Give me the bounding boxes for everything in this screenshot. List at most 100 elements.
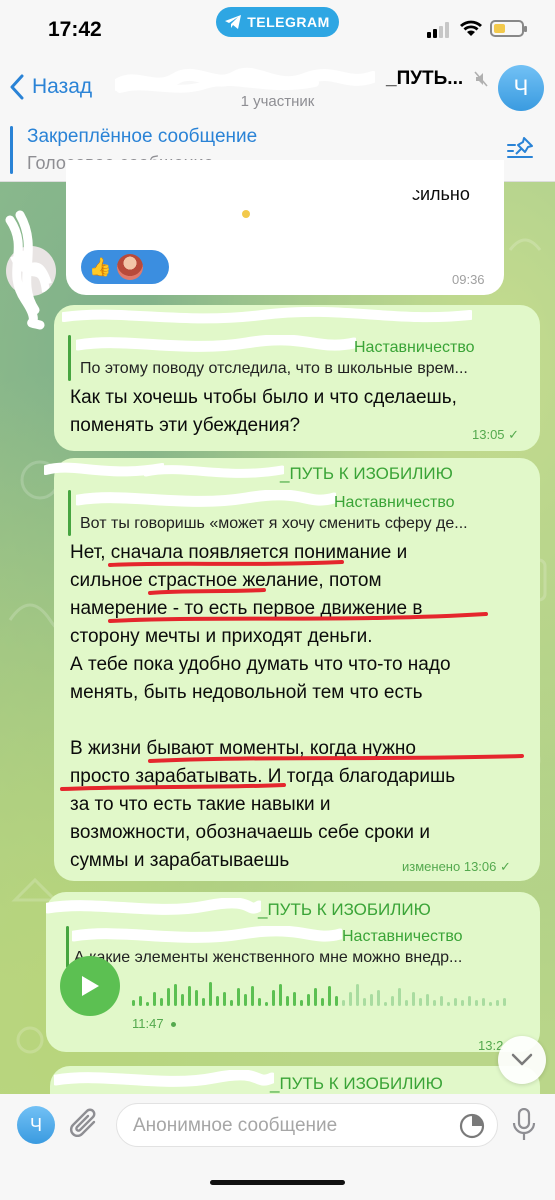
home-indicator bbox=[210, 1180, 345, 1185]
waveform-bar bbox=[272, 990, 275, 1006]
message-input[interactable]: Анонимное сообщение bbox=[116, 1103, 498, 1147]
paper-plane-icon bbox=[225, 15, 242, 29]
waveform-bar bbox=[496, 1000, 499, 1006]
redaction-scribble bbox=[54, 1070, 274, 1087]
reply-text: А какие элементы женственного мне можно … bbox=[74, 949, 463, 966]
play-icon bbox=[82, 976, 99, 996]
waveform-bar bbox=[391, 996, 394, 1006]
waveform-bar bbox=[251, 986, 254, 1006]
sender-name[interactable]: _ПУТЬ К ИЗОБИЛИЮ bbox=[258, 900, 431, 920]
waveform-bar bbox=[377, 990, 380, 1006]
chat-header: Назад _ПУТЬ... 1 участник Ч bbox=[0, 62, 555, 118]
waveform-bar bbox=[216, 996, 219, 1006]
message-outgoing[interactable]: _ПУТЬ К ИЗОБИЛИЮ Наставничество Вот ты г… bbox=[44, 458, 540, 881]
waveform-bar bbox=[314, 988, 317, 1006]
read-check-icon: ✓ bbox=[500, 859, 511, 874]
message-incoming[interactable]: сильно 👍 09:36 bbox=[66, 160, 504, 295]
waveform-bar bbox=[328, 986, 331, 1006]
message-input-placeholder: Анонимное сообщение bbox=[133, 1115, 338, 1136]
waveform-bar bbox=[398, 988, 401, 1006]
redaction-scribble bbox=[46, 898, 261, 915]
voice-waveform[interactable] bbox=[132, 980, 522, 1008]
battery-icon bbox=[490, 20, 527, 37]
waveform-bar bbox=[146, 1002, 149, 1006]
waveform-bar bbox=[209, 982, 212, 1006]
message-outgoing[interactable]: _ПУТЬ К ИЗОБИЛИЮ Наставничество А какие … bbox=[46, 892, 540, 1053]
waveform-bar bbox=[258, 998, 261, 1006]
reaction-chip[interactable]: 👍 bbox=[81, 250, 169, 284]
thumbs-up-icon: 👍 bbox=[89, 256, 112, 277]
message-composer: Ч Анонимное сообщение bbox=[0, 1094, 555, 1200]
pinned-title: Закреплённое сообщение bbox=[27, 126, 258, 147]
message-time: изменено 13:06 ✓ bbox=[402, 859, 511, 874]
redaction-scribble bbox=[5, 210, 45, 330]
voice-duration: 11:47 bbox=[132, 1016, 177, 1031]
attachment-icon[interactable] bbox=[68, 1106, 102, 1144]
redaction-scribble bbox=[76, 180, 416, 218]
waveform-bar bbox=[230, 1000, 233, 1006]
chat-subtitle: 1 участник bbox=[240, 93, 315, 110]
waveform-bar bbox=[342, 1000, 345, 1006]
waveform-bar bbox=[503, 998, 506, 1006]
waveform-bar bbox=[447, 1002, 450, 1006]
redaction-scribble bbox=[115, 67, 375, 93]
waveform-bar bbox=[405, 1000, 408, 1006]
waveform-bar bbox=[181, 994, 184, 1006]
sender-name[interactable]: _ПУТЬ К ИЗОБИЛИЮ bbox=[270, 1074, 443, 1094]
waveform-bar bbox=[237, 988, 240, 1006]
red-underline-annotations bbox=[60, 560, 524, 791]
waveform-bar bbox=[482, 998, 485, 1006]
waveform-bar bbox=[188, 986, 191, 1006]
waveform-bar bbox=[335, 996, 338, 1006]
wifi-icon bbox=[460, 20, 482, 36]
message-time: 09:36 bbox=[452, 272, 485, 287]
reactor-avatar bbox=[117, 254, 144, 280]
waveform-bar bbox=[440, 996, 443, 1006]
play-button[interactable] bbox=[60, 956, 120, 1016]
scroll-down-button[interactable] bbox=[498, 1036, 546, 1084]
waveform-bar bbox=[174, 984, 177, 1006]
message-outgoing[interactable]: Наставничество По этому поводу отследила… bbox=[54, 305, 540, 451]
sticker-icon[interactable] bbox=[459, 1113, 485, 1139]
waveform-bar bbox=[244, 994, 247, 1006]
waveform-bar bbox=[461, 1000, 464, 1006]
chat-avatar[interactable]: Ч bbox=[498, 65, 544, 111]
waveform-bar bbox=[475, 1000, 478, 1006]
chat-title[interactable]: _ПУТЬ... bbox=[386, 68, 463, 90]
waveform-bar bbox=[384, 1002, 387, 1006]
waveform-bar bbox=[412, 992, 415, 1006]
waveform-bar bbox=[419, 998, 422, 1006]
chevron-down-icon bbox=[511, 1053, 533, 1066]
read-check-icon: ✓ bbox=[508, 427, 520, 442]
redaction-scribble bbox=[62, 307, 472, 324]
waveform-bar bbox=[202, 998, 205, 1006]
waveform-bar bbox=[132, 1000, 135, 1006]
clock: 17:42 bbox=[48, 18, 102, 41]
waveform-bar bbox=[468, 996, 471, 1006]
waveform-bar bbox=[356, 984, 359, 1006]
waveform-bar bbox=[279, 984, 282, 1006]
pinned-list-icon[interactable] bbox=[506, 136, 536, 162]
message-time: 13:05 ✓ bbox=[472, 427, 520, 442]
waveform-bar bbox=[300, 1000, 303, 1006]
waveform-bar bbox=[195, 990, 198, 1006]
waveform-bar bbox=[426, 994, 429, 1006]
waveform-bar bbox=[223, 992, 226, 1006]
waveform-bar bbox=[454, 998, 457, 1006]
muted-icon bbox=[474, 71, 488, 87]
reply-title: Наставничество bbox=[342, 928, 463, 945]
send-as-avatar[interactable]: Ч bbox=[17, 1106, 55, 1144]
waveform-bar bbox=[160, 998, 163, 1006]
telegram-badge[interactable]: TELEGRAM bbox=[216, 7, 339, 37]
reply-indicator bbox=[68, 335, 71, 381]
microphone-icon[interactable] bbox=[512, 1108, 536, 1142]
status-bar: 17:42 TELEGRAM bbox=[0, 0, 555, 62]
waveform-bar bbox=[489, 1002, 492, 1006]
waveform-bar bbox=[363, 998, 366, 1006]
pinned-indicator bbox=[10, 126, 13, 174]
telegram-badge-label: TELEGRAM bbox=[247, 14, 330, 30]
reply-title: Наставничество bbox=[354, 339, 475, 356]
reply-text: По этому поводу отследила, что в школьны… bbox=[80, 360, 468, 377]
waveform-bar bbox=[265, 1002, 268, 1006]
cellular-signal-icon bbox=[427, 22, 449, 38]
